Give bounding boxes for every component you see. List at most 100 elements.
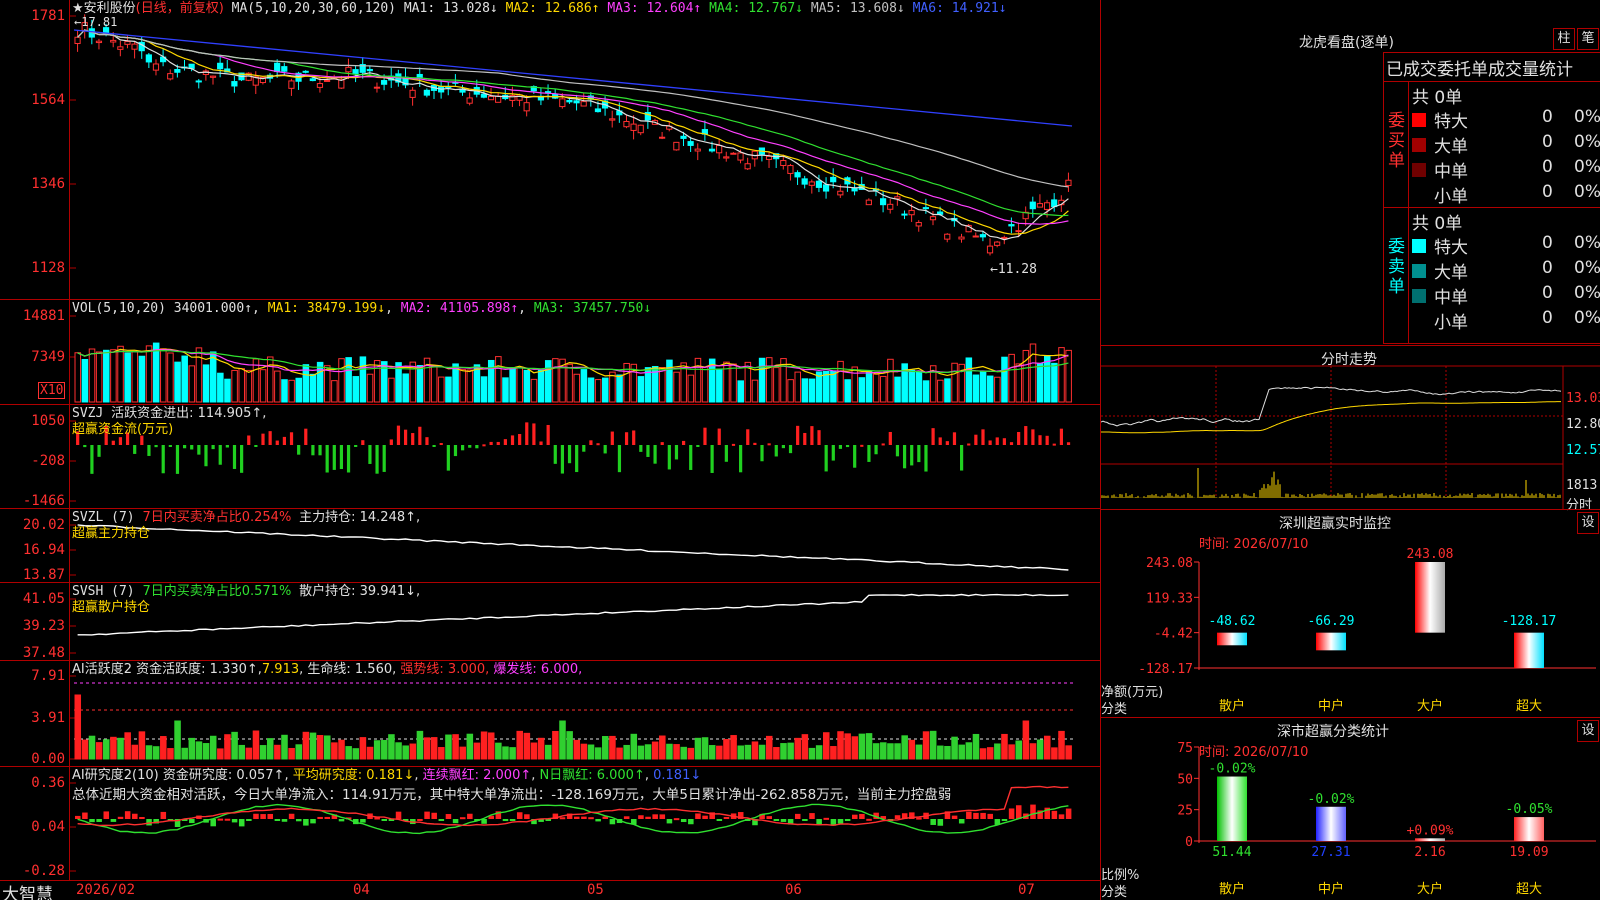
sz-stat-panel[interactable]: 深市超赢分类统计 设 时间: 2026/07/10 75 50 25 0 -0.02% 散…	[1100, 717, 1600, 900]
research-bar	[966, 811, 972, 819]
volume-bar	[331, 380, 338, 403]
row-percent: 0%	[1574, 132, 1600, 152]
bar-mode-button[interactable]: 柱	[1553, 28, 1575, 50]
category-bar	[1217, 632, 1247, 646]
ai-activity-pane[interactable]: 7.91 3.91 0.00 AI活跃度2 资金活跃度: 1.330↑,7.91…	[0, 661, 1100, 767]
volume-bar	[459, 369, 466, 403]
research-bar	[1058, 814, 1065, 819]
flow-bar	[981, 429, 985, 445]
candle-body	[174, 69, 181, 73]
activity-bar	[651, 741, 659, 760]
volume-bar	[994, 376, 1001, 403]
activity-bar	[309, 732, 317, 760]
candle-body	[929, 216, 937, 221]
flow-bar	[411, 433, 415, 445]
volume-bar	[580, 369, 588, 403]
candle-body	[423, 89, 430, 96]
volume-bar	[117, 345, 124, 403]
activity-bar	[573, 739, 581, 760]
divider	[1408, 81, 1409, 343]
ma6-value: MA6: 14.921↓	[912, 1, 1007, 16]
sz-monitor-panel[interactable]: 深圳超赢实时监控 设 时间: 2026/07/10 243.08 119.33 -4…	[1100, 509, 1600, 717]
activity-bar	[801, 734, 809, 760]
volume-bar	[345, 357, 352, 403]
flow-bar	[796, 425, 800, 445]
candle-body	[409, 89, 416, 98]
candle-body	[815, 180, 823, 188]
svzl-pane[interactable]: 20.02 16.94 13.87 SVZL (7) 7日内买卖净占比0.254…	[0, 509, 1100, 583]
activity-bar	[1015, 740, 1023, 760]
candle-body	[1015, 230, 1022, 233]
research-bar	[217, 818, 224, 821]
volume-bar	[922, 380, 930, 403]
period-label[interactable]: (日线，前复权)	[136, 1, 224, 16]
activity-bar	[894, 743, 901, 760]
flow-bar	[860, 444, 864, 447]
candle-body	[972, 235, 979, 238]
flow-bar	[432, 445, 436, 447]
research-bar	[502, 819, 509, 822]
candle-body	[794, 172, 801, 178]
y-tick-label: -128.17	[1138, 662, 1193, 677]
flow-bar	[952, 432, 957, 445]
stock-name[interactable]: ★安利股份	[72, 1, 136, 16]
volume-bar	[694, 357, 702, 403]
activity-bar	[815, 745, 823, 760]
volume-bar	[787, 379, 794, 403]
intraday-panel[interactable]: 分时走势 13.03 12.80 12.57 1813 分时	[1100, 345, 1600, 513]
activity-bar	[74, 694, 82, 760]
volume-bar	[167, 352, 174, 403]
svsh-subtitle: 超赢散户持仓	[72, 600, 151, 615]
row-name: 大单	[1434, 263, 1468, 283]
research-bar	[1008, 808, 1015, 819]
research-bar	[980, 812, 986, 819]
activity-bar	[559, 720, 566, 760]
buy-side-label: 委买单	[1388, 111, 1405, 171]
activity-bar	[359, 737, 367, 760]
flow-bar	[510, 435, 515, 445]
longhu-panel[interactable]: 龙虎看盘(逐单) 柱 笔 已成交委托单成交量统计 委买单 委卖单 共 0单 共 …	[1100, 0, 1600, 345]
svsh-pane[interactable]: 41.05 39.23 37.48 SVSH (7) 7日内买卖净占比0.571…	[0, 583, 1100, 661]
ai-research-chart[interactable]	[0, 767, 1100, 881]
flow-bar	[867, 445, 871, 462]
x-label: 04	[353, 882, 370, 898]
research-bar	[324, 816, 331, 819]
volume-bar	[552, 358, 559, 403]
research-bar	[238, 819, 245, 827]
category-bar	[1316, 806, 1346, 841]
vol-ma3: MA3: 37457.750↓	[533, 301, 652, 316]
candle-body	[559, 98, 566, 108]
volume-bar	[288, 379, 295, 403]
activity-bar	[979, 748, 987, 760]
kline-chart[interactable]	[0, 0, 1100, 300]
ai-research-pane[interactable]: 0.36 0.04 -0.28 AI研究度2(10) 资金研究度: 0.057↑…	[0, 767, 1100, 881]
row-percent: 0%	[1574, 258, 1600, 278]
candle-body	[765, 155, 773, 160]
research-bar	[438, 819, 445, 821]
research-bar	[809, 813, 815, 819]
activity-bar	[844, 733, 851, 760]
research-bar	[937, 819, 944, 826]
candle-body	[366, 68, 373, 72]
ai2-average: 平均研究度: 0.181↓	[292, 768, 415, 783]
activity-bar	[773, 747, 780, 760]
flow-bar	[475, 445, 479, 449]
candle-body	[879, 198, 887, 206]
research-bar	[452, 819, 459, 824]
candle-body	[117, 46, 124, 50]
intraday-chart[interactable]	[1101, 346, 1600, 510]
kline-pane[interactable]: 1781 1564 1346 1128 ★安利股份(日线，前复权) MA(5,1…	[0, 0, 1100, 300]
volume-bar	[908, 369, 916, 403]
flow-bar	[582, 445, 586, 452]
volume-pane[interactable]: 14881 7349 X10 VOL(5,10,20) 34001.000↑, …	[0, 300, 1100, 405]
volume-bar	[416, 365, 424, 403]
flow-bar	[339, 445, 344, 470]
research-bar	[595, 819, 601, 822]
candle-body	[373, 86, 381, 89]
volume-bar	[773, 367, 780, 403]
svzj-pane[interactable]: 1050 -208 -1466 SVZJ 活跃资金进出: 114.905↑, 超…	[0, 405, 1100, 509]
volume-bar	[566, 363, 573, 403]
tick-mode-button[interactable]: 笔	[1577, 28, 1599, 50]
activity-bar	[366, 746, 374, 760]
flow-bar	[147, 445, 151, 456]
